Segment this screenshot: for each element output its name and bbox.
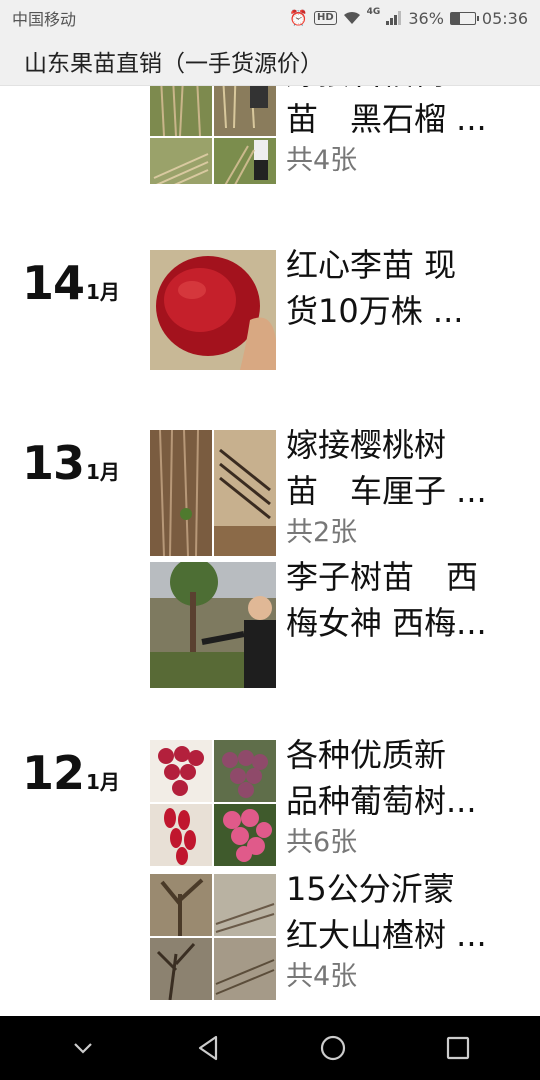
post-item[interactable]: 嫁接石榴树 苗 黑石榴 ... 共4张: [150, 86, 530, 184]
grapes-image: [150, 740, 276, 866]
post-title[interactable]: 嫁接石榴树 苗 黑石榴 ...: [286, 86, 518, 142]
post-thumbnail[interactable]: [150, 740, 276, 866]
month-label: 1月: [86, 460, 120, 484]
home-icon: [320, 1035, 345, 1061]
date-label: 13 1月: [22, 436, 120, 490]
date-label: 14 1月: [22, 256, 120, 310]
photo-count: 共4张: [286, 961, 358, 992]
status-bar: 中国移动 ⏰ HD 4G 36% 05:36: [0, 0, 540, 36]
post-item[interactable]: 李子树苗 西 梅女神 西梅...: [150, 558, 530, 688]
album-feed[interactable]: 嫁接石榴树 苗 黑石榴 ... 共4张 14 1月 红心李苗 现: [0, 86, 540, 1016]
battery-percent: 36%: [408, 8, 444, 28]
pomegranate-seedlings-image: [150, 86, 276, 184]
hide-nav-button[interactable]: [63, 1028, 103, 1068]
battery-icon: [449, 11, 479, 25]
chevron-down-icon: [73, 1043, 92, 1054]
plum-tree-man-image: [150, 562, 276, 688]
photo-count: 共2张: [286, 517, 358, 548]
hawthorn-trees-image: [150, 874, 276, 1000]
recents-icon: [446, 1036, 469, 1060]
month-label: 1月: [86, 280, 120, 304]
home-button[interactable]: [313, 1028, 353, 1068]
post-title[interactable]: 红心李苗 现 货10万株 ...: [286, 242, 518, 334]
day-number: 12: [22, 746, 85, 800]
page-title-bar: 山东果苗直销（一手货源价）: [0, 36, 540, 86]
post-thumbnail[interactable]: [150, 250, 276, 376]
alarm-icon: ⏰: [289, 9, 308, 27]
cherry-seedlings-image: [150, 430, 276, 556]
post-title[interactable]: 15公分沂蒙 红大山楂树 ...: [286, 866, 518, 958]
back-icon: [198, 1035, 217, 1061]
post-item[interactable]: 嫁接樱桃树 苗 车厘子 ... 共2张: [150, 426, 530, 556]
system-nav-bar: [0, 1016, 540, 1080]
post-item[interactable]: 红心李苗 现 货10万株 ...: [150, 246, 530, 376]
clock: 05:36: [481, 8, 528, 28]
carrier-label: 中国移动: [12, 10, 77, 29]
post-thumbnail[interactable]: [150, 874, 276, 1000]
signal-icon: [386, 11, 402, 25]
day-number: 13: [22, 436, 85, 490]
post-thumbnail[interactable]: [150, 86, 276, 184]
post-item[interactable]: 15公分沂蒙 红大山楂树 ... 共4张: [150, 870, 530, 1000]
recents-button[interactable]: [438, 1028, 478, 1068]
wifi-icon: [343, 11, 360, 24]
post-thumbnail[interactable]: [150, 430, 276, 556]
photo-count: 共6张: [286, 827, 358, 858]
page-title: 山东果苗直销（一手货源价）: [24, 50, 323, 77]
back-button[interactable]: [188, 1028, 228, 1068]
post-title[interactable]: 各种优质新 品种葡萄树...: [286, 732, 518, 824]
post-item[interactable]: 各种优质新 品种葡萄树... 共6张: [150, 736, 530, 866]
post-thumbnail[interactable]: [150, 562, 276, 688]
post-title[interactable]: 嫁接樱桃树 苗 车厘子 ...: [286, 422, 518, 514]
red-plum-fruit-image: [150, 250, 276, 370]
hd-icon: HD: [314, 11, 337, 25]
date-label: 12 1月: [22, 746, 120, 800]
network-type-label: 4G: [366, 7, 381, 17]
post-title[interactable]: 李子树苗 西 梅女神 西梅...: [286, 554, 518, 646]
status-icons: ⏰ HD 4G 36% 05:36: [289, 7, 528, 28]
month-label: 1月: [86, 770, 120, 794]
day-number: 14: [22, 256, 85, 310]
photo-count: 共4张: [286, 145, 358, 176]
